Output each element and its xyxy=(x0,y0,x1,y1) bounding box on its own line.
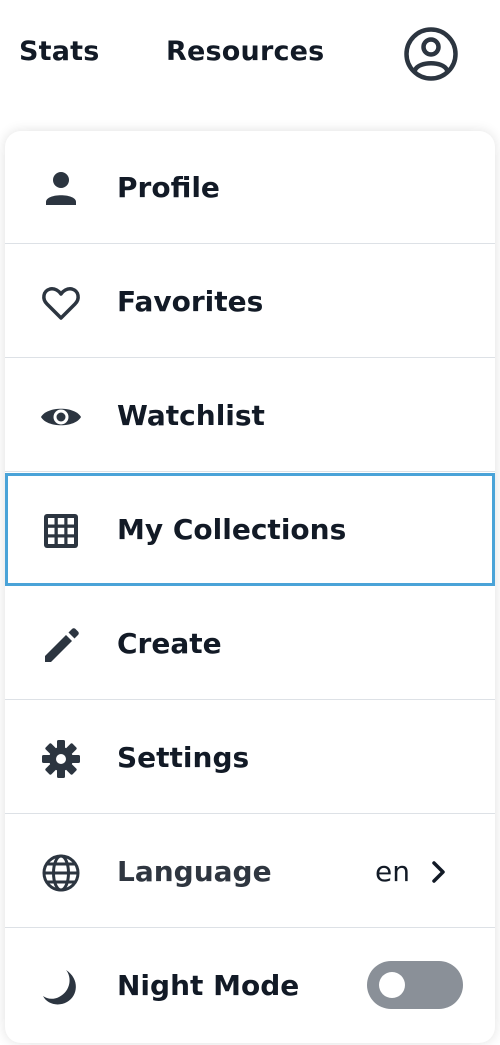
menu-item-label: Watchlist xyxy=(117,399,265,432)
account-button[interactable] xyxy=(402,25,460,83)
menu-item-label: Profile xyxy=(117,171,220,204)
menu-item-label: Night Mode xyxy=(117,969,300,1002)
menu-item-favorites[interactable]: Favorites xyxy=(5,245,495,358)
chevron-right-icon xyxy=(428,857,450,887)
menu-item-label: Create xyxy=(117,627,222,660)
menu-item-label: Favorites xyxy=(117,285,264,318)
menu-item-label: Settings xyxy=(117,741,250,774)
heart-icon xyxy=(39,281,83,325)
menu-item-profile[interactable]: Profile xyxy=(5,131,495,244)
menu-item-watchlist[interactable]: Watchlist xyxy=(5,359,495,472)
person-icon xyxy=(39,167,83,211)
nav-link-stats[interactable]: Stats xyxy=(19,34,100,70)
globe-icon xyxy=(39,851,83,895)
menu-item-label: My Collections xyxy=(117,513,347,546)
menu-item-label: Language xyxy=(117,855,272,888)
account-circle-icon xyxy=(404,27,458,81)
gear-icon xyxy=(39,737,83,781)
grid-icon xyxy=(39,509,83,553)
menu-item-night-mode[interactable]: Night Mode xyxy=(5,929,495,1042)
menu-item-my-collections[interactable]: My Collections xyxy=(5,473,495,586)
menu-item-language[interactable]: Language en xyxy=(5,815,495,928)
toggle-knob xyxy=(379,972,405,998)
top-navigation: Stats Resources xyxy=(0,0,500,110)
menu-item-create[interactable]: Create xyxy=(5,587,495,700)
language-value: en xyxy=(375,855,410,888)
moon-icon xyxy=(39,965,83,1009)
menu-item-settings[interactable]: Settings xyxy=(5,701,495,814)
pencil-icon xyxy=(39,623,83,667)
night-mode-toggle[interactable] xyxy=(367,961,463,1009)
account-menu: Profile Favorites Watchlist My Collectio… xyxy=(5,131,495,1043)
nav-link-resources[interactable]: Resources xyxy=(166,34,324,70)
eye-icon xyxy=(39,395,83,439)
